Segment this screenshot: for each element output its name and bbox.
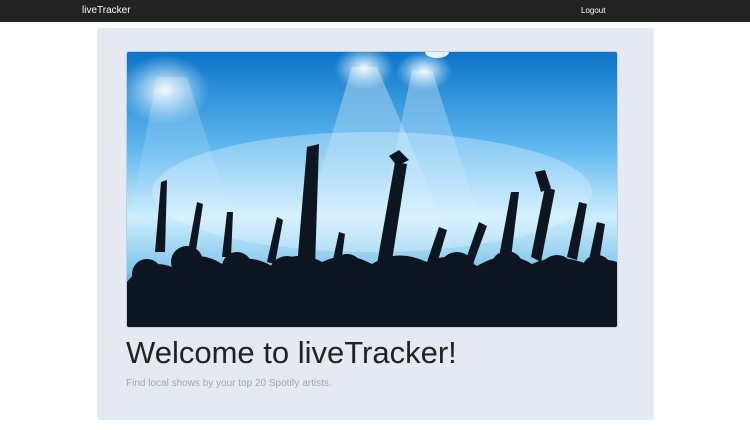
concert-crowd-image [126,51,618,328]
page-title: Welcome to liveTracker! [126,335,457,370]
logout-link[interactable]: Logout [581,5,605,17]
welcome-panel: Welcome to liveTracker! Find local shows… [97,28,654,420]
top-navbar: liveTracker Logout [0,0,750,22]
brand-link[interactable]: liveTracker [82,4,131,18]
concert-crowd-illustration [127,52,617,327]
page-subtitle: Find local shows by your top 20 Spotify … [126,378,332,389]
